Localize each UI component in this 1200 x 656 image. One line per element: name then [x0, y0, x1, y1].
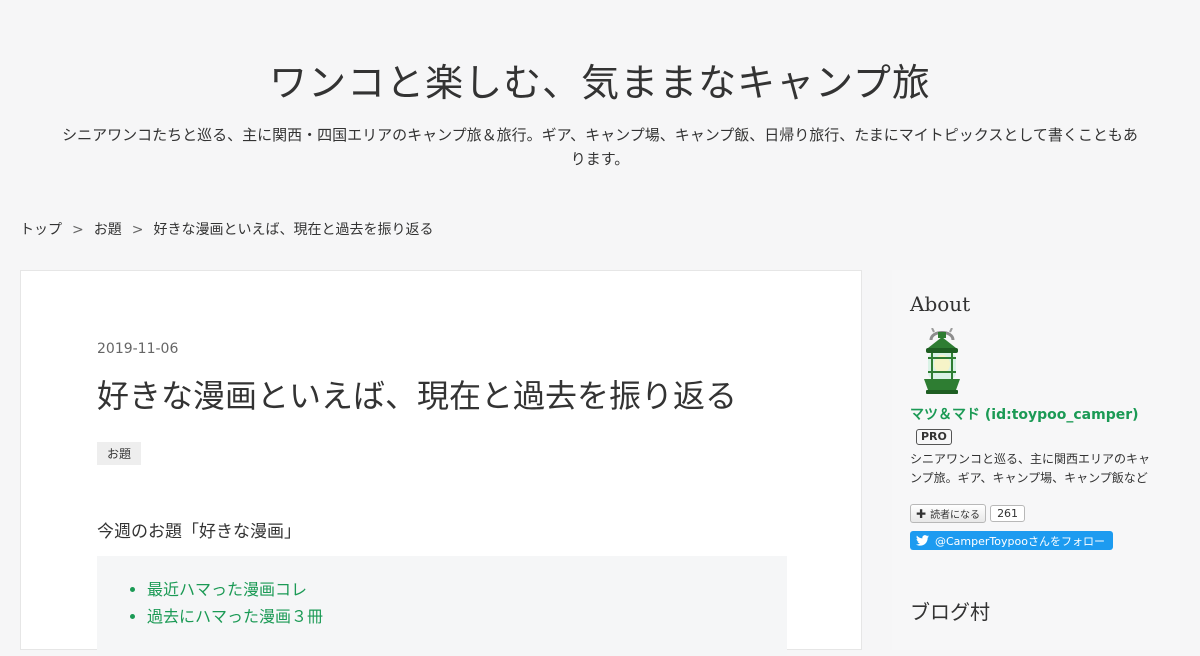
twitter-follow-button[interactable]: @CamperToypooさんをフォロー	[910, 531, 1113, 550]
plus-icon: ✚	[916, 506, 927, 521]
breadcrumb-separator: >	[131, 222, 144, 238]
entry-card: 2019-11-06 好きな漫画といえば、現在と過去を振り返る お題 今週のお題…	[20, 270, 862, 656]
breadcrumb-category[interactable]: お題	[94, 222, 122, 238]
twitter-follow-label: @CamperToypooさんをフォロー	[935, 534, 1105, 548]
toc-item: 過去にハマった漫画３冊	[147, 603, 787, 630]
subscribe-button[interactable]: ✚ 読者になる	[910, 504, 987, 523]
toc-link[interactable]: 最近ハマった漫画コレ	[147, 580, 307, 599]
subscribe-widget: ✚ 読者になる 261	[910, 504, 1026, 523]
twitter-bird-icon	[916, 535, 929, 546]
lantern-avatar-icon[interactable]	[914, 328, 970, 396]
about-title: About	[910, 292, 971, 316]
blog-header: ワンコと楽しむ、気ままなキャンプ旅 シニアワンコたちと巡る、主に関西・四国エリア…	[0, 0, 1200, 171]
subscriber-count[interactable]: 261	[990, 505, 1026, 522]
breadcrumb-current: 好きな漫画といえば、現在と過去を振り返る	[153, 222, 434, 238]
breadcrumb-separator: >	[72, 222, 84, 238]
sidebar: About マツ＆マド (id:toypoo_camper) PRO シニアワン…	[892, 270, 1180, 650]
category-tag[interactable]: お題	[97, 442, 142, 465]
toc-link[interactable]: 過去にハマった漫画３冊	[147, 607, 323, 626]
breadcrumb-top[interactable]: トップ	[20, 222, 62, 238]
site-title[interactable]: ワンコと楽しむ、気ままなキャンプ旅	[269, 52, 931, 107]
blogmura-title: ブログ村	[910, 600, 990, 624]
profile-name-link[interactable]: マツ＆マド (id:toypoo_camper)	[910, 404, 1139, 424]
table-of-contents: 最近ハマった漫画コレ 過去にハマった漫画３冊	[97, 556, 787, 656]
pro-badge[interactable]: PRO	[916, 429, 952, 445]
toc-item: 最近ハマった漫画コレ	[147, 576, 787, 603]
profile-description: シニアワンコと巡る、主に関西エリアのキャンプ旅。ギア、キャンプ場、キャンプ飯など	[910, 452, 1151, 485]
breadcrumb: トップ > お題 > 好きな漫画といえば、現在と過去を振り返る	[20, 219, 433, 239]
entry-intro: 今週のお題「好きな漫画」	[97, 522, 301, 542]
entry-title[interactable]: 好きな漫画といえば、現在と過去を振り返る	[97, 371, 737, 417]
entry-date[interactable]: 2019-11-06	[97, 341, 178, 357]
site-description: シニアワンコたちと巡る、主に関西・四国エリアのキャンプ旅＆旅行。ギア、キャンプ場…	[62, 126, 1138, 168]
subscribe-label: 読者になる	[930, 510, 981, 521]
